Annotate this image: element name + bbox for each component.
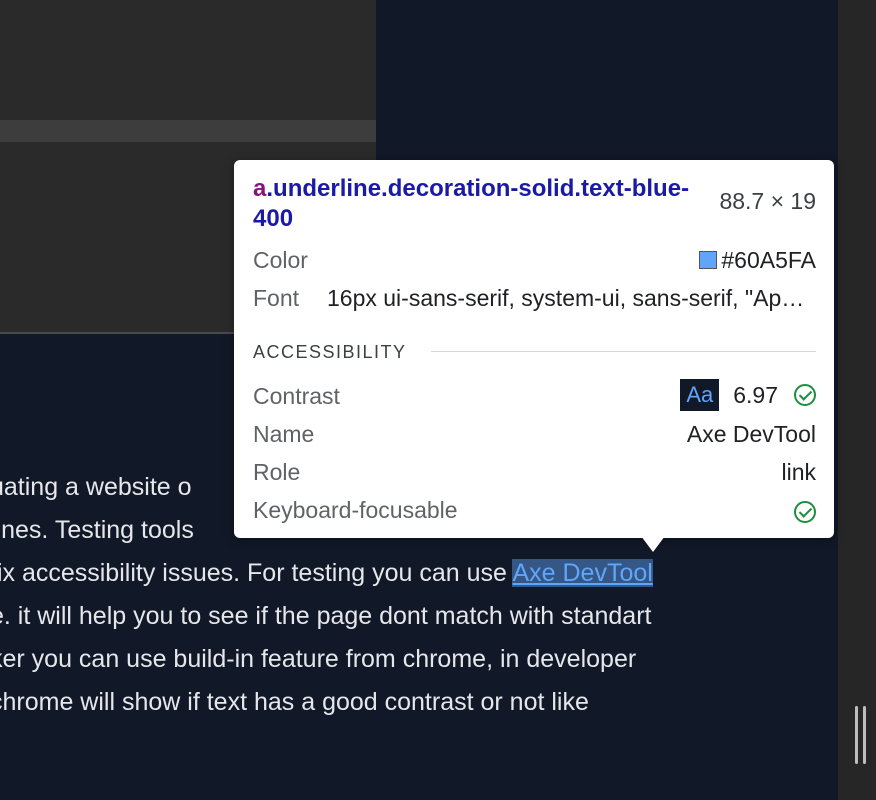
- inspect-tooltip: a.underline.decoration-solid.text-blue-4…: [234, 160, 834, 538]
- font-value: 16px ui-sans-serif, system-ui, sans-seri…: [327, 285, 817, 311]
- page: uating a website o lines. Testing tools …: [0, 0, 876, 800]
- scrollbar-thumb-secondary[interactable]: [863, 706, 866, 764]
- color-swatch-icon: [699, 251, 718, 269]
- contrast-label: Contrast: [253, 383, 340, 409]
- keyboard-focusable-label: Keyboard-focusable: [253, 497, 458, 523]
- role-row: Role link: [253, 457, 816, 487]
- role-label: Role: [253, 459, 301, 485]
- paragraph-line-text: fix accessibility issues. For testing yo…: [0, 559, 507, 587]
- name-value: Axe DevTool: [686, 421, 816, 447]
- role-value: link: [781, 459, 816, 485]
- contrast-value-group: Aa 6.97: [680, 379, 816, 411]
- name-row: Name Axe DevTool: [253, 419, 816, 449]
- paragraph-line: e. it will help you to see if the page d…: [0, 602, 652, 630]
- check-circle-icon: [794, 384, 816, 406]
- section-divider: [431, 351, 816, 352]
- contrast-row: Contrast Aa 6.97: [253, 379, 816, 411]
- keyboard-focusable-row: Keyboard-focusable: [253, 495, 816, 525]
- contrast-sample: Aa: [680, 379, 720, 411]
- element-selector: a.underline.decoration-solid.text-blue-4…: [253, 174, 693, 234]
- contrast-ratio: 6.97: [733, 382, 778, 408]
- color-value: #60A5FA: [699, 245, 816, 275]
- selector-classes: .underline.decoration-solid.text-blue-40…: [253, 175, 690, 232]
- paragraph-line: fix accessibility issues. For testing yo…: [0, 552, 820, 595]
- keyboard-focusable-value: [794, 495, 816, 525]
- font-row: Font 16px ui-sans-serif, system-ui, sans…: [253, 283, 817, 313]
- check-circle-icon: [794, 500, 816, 523]
- scrollbar-thumb[interactable]: [855, 706, 858, 764]
- selector-tag: a: [253, 175, 267, 202]
- tooltip-arrow: [641, 536, 665, 552]
- color-row: Color #60A5FA: [253, 245, 816, 275]
- dark-card-divider: [0, 120, 376, 142]
- font-label: Font: [253, 285, 300, 311]
- element-dimensions: 88.7 × 19: [719, 188, 816, 214]
- accessibility-title: ACCESSIBILITY: [253, 342, 407, 362]
- name-label: Name: [253, 421, 315, 447]
- color-label: Color: [253, 247, 308, 273]
- color-hex: #60A5FA: [721, 247, 816, 273]
- paragraph-line: ker you can use build-in feature from ch…: [0, 645, 637, 673]
- accessibility-section-header: ACCESSIBILITY: [253, 340, 816, 364]
- dark-card-top: [0, 0, 376, 120]
- scrollbar-gutter[interactable]: [838, 0, 876, 800]
- axe-devtool-link[interactable]: Axe DevTool: [512, 559, 653, 587]
- paragraph-line: chrome will show if text has a good cont…: [0, 688, 589, 716]
